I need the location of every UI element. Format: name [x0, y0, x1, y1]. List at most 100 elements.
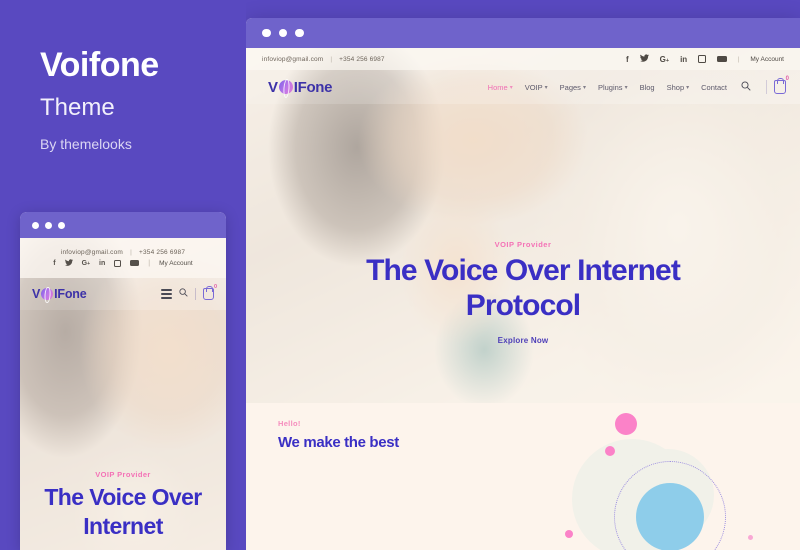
- site-logo[interactable]: V IFone: [268, 78, 333, 96]
- window-dot-maximize-icon[interactable]: [58, 221, 65, 229]
- nav-label-voip: VOIP: [524, 82, 543, 92]
- mobile-card-body: infoviop@gmail.com | +354 256 6987 f G+ …: [20, 238, 226, 550]
- promo-author: By themelooks: [40, 136, 132, 152]
- search-icon[interactable]: [179, 288, 188, 300]
- google-plus-icon[interactable]: G+: [660, 55, 669, 64]
- phone-link[interactable]: +354 256 6987: [339, 56, 385, 63]
- hero-kicker: VOIP Provider: [494, 240, 552, 249]
- mobile-topbar: infoviop@gmail.com | +354 256 6987 f G+ …: [20, 238, 226, 278]
- nav-item-contact[interactable]: Contact: [701, 83, 727, 92]
- globe-icon: [276, 78, 295, 96]
- youtube-icon[interactable]: [716, 55, 727, 63]
- twitter-icon[interactable]: [639, 54, 649, 64]
- about-text-block: Hello! We make the best: [278, 419, 399, 451]
- youtube-icon[interactable]: [130, 260, 140, 266]
- nav-item-plugins[interactable]: Plugins ▾: [598, 83, 628, 92]
- chevron-down-icon: ▾: [582, 84, 586, 91]
- contact-info: infoviop@gmail.com | +354 256 6987: [262, 56, 385, 63]
- nav-label-pages: Pages: [559, 82, 581, 92]
- mobile-cart-button[interactable]: 0: [195, 284, 217, 300]
- globe-icon: [39, 286, 55, 302]
- mobile-cart-count: 0: [213, 284, 217, 290]
- main-menu: Home ▾ VOIP ▾ Pages ▾ Plugins ▾ Blog Sho…: [488, 76, 789, 94]
- linkedin-icon[interactable]: in: [680, 55, 687, 64]
- promo-panel: Voifone Theme By themelooks infoviop@gma…: [0, 0, 246, 550]
- window-dot-minimize-icon[interactable]: [45, 221, 52, 229]
- mobile-topbar-separator: |: [130, 248, 132, 256]
- window-close-icon[interactable]: [262, 28, 271, 38]
- linkedin-icon[interactable]: in: [99, 260, 105, 267]
- mobile-social-links: f G+ in | My Account: [53, 258, 193, 268]
- mobile-phone[interactable]: +354 256 6987: [139, 249, 185, 256]
- shopping-bag-icon: [774, 77, 786, 94]
- explore-now-link[interactable]: Explore Now: [246, 336, 800, 345]
- nav-label-blog: Blog: [639, 82, 655, 92]
- google-plus-icon[interactable]: G+: [82, 260, 90, 267]
- blue-circle-icon: [636, 483, 704, 550]
- social-links: f G+ in | My Account: [626, 54, 784, 64]
- browser-titlebar: [246, 18, 800, 48]
- pink-circle-large-icon: [615, 413, 637, 435]
- site-topbar: infoviop@gmail.com | +354 256 6987 f G+ …: [246, 48, 800, 70]
- browser-viewport: infoviop@gmail.com | +354 256 6987 f G+ …: [246, 48, 800, 550]
- mobile-hero-content: VOIP Provider The Voice Over Internet: [20, 470, 226, 540]
- logo-suffix: IFone: [293, 78, 333, 96]
- window-minimize-icon[interactable]: [278, 28, 287, 38]
- mobile-site-logo[interactable]: V IFone: [32, 286, 87, 302]
- pink-dot-icon: [748, 535, 753, 540]
- nav-item-voip[interactable]: VOIP ▾: [525, 83, 548, 92]
- mobile-email[interactable]: infoviop@gmail.com: [61, 249, 123, 256]
- chevron-down-icon: ▾: [624, 84, 628, 91]
- mobile-contact-info: infoviop@gmail.com | +354 256 6987: [61, 249, 185, 256]
- mobile-nav-icons: 0: [161, 284, 217, 300]
- nav-item-shop[interactable]: Shop ▾: [667, 83, 690, 92]
- mobile-social-divider: |: [148, 259, 151, 267]
- shopping-bag-icon: [203, 285, 214, 300]
- cart-count: 0: [785, 76, 789, 83]
- chevron-down-icon: ▾: [509, 84, 513, 91]
- chevron-down-icon: ▾: [686, 84, 690, 91]
- email-link[interactable]: infoviop@gmail.com: [262, 56, 323, 63]
- nav-item-pages[interactable]: Pages ▾: [560, 83, 586, 92]
- nav-label-home: Home: [487, 82, 508, 92]
- cart-button[interactable]: 0: [766, 76, 789, 94]
- logo-prefix: V: [268, 78, 278, 96]
- twitter-icon[interactable]: [64, 258, 73, 268]
- window-dot-close-icon[interactable]: [32, 221, 39, 229]
- mobile-my-account-link[interactable]: My Account: [159, 260, 193, 267]
- hero-heading: The Voice Over Internet Protocol: [366, 254, 681, 322]
- mobile-hero-heading: The Voice Over Internet: [44, 484, 202, 539]
- facebook-icon[interactable]: f: [53, 260, 55, 267]
- window-maximize-icon[interactable]: [295, 28, 304, 38]
- topbar-separator: |: [330, 55, 333, 63]
- pink-circle-small-icon: [605, 446, 615, 456]
- about-heading: We make the best: [278, 434, 399, 451]
- nav-label-plugins: Plugins: [597, 82, 623, 92]
- page-title: Voifone: [40, 46, 159, 84]
- search-icon[interactable]: [741, 81, 751, 93]
- site-navbar: V IFone Home ▾ VOIP ▾ Pages ▾ Plugins ▾ …: [246, 70, 800, 104]
- nav-label-contact: Contact: [701, 82, 727, 92]
- hero-content: VOIP Provider The Voice Over Internet Pr…: [246, 240, 800, 345]
- browser-window: infoviop@gmail.com | +354 256 6987 f G+ …: [246, 18, 800, 550]
- hamburger-menu-icon[interactable]: [161, 289, 172, 299]
- mobile-logo-prefix: V: [32, 287, 41, 301]
- pink-circle-tiny-icon: [565, 530, 573, 538]
- chevron-down-icon: ▾: [544, 84, 548, 91]
- mobile-card-titlebar: [20, 212, 226, 238]
- mobile-preview-card: infoviop@gmail.com | +354 256 6987 f G+ …: [20, 212, 226, 550]
- about-kicker: Hello!: [278, 419, 301, 428]
- mobile-logo-suffix: IFone: [54, 287, 87, 301]
- instagram-icon[interactable]: [114, 259, 122, 267]
- nav-label-shop: Shop: [666, 82, 685, 92]
- social-divider: |: [737, 55, 740, 63]
- mobile-hero-kicker: VOIP Provider: [95, 470, 151, 479]
- nav-item-blog[interactable]: Blog: [640, 83, 655, 92]
- hero-section: infoviop@gmail.com | +354 256 6987 f G+ …: [246, 48, 800, 403]
- facebook-icon[interactable]: f: [626, 55, 629, 64]
- about-section: Hello! We make the best: [246, 403, 800, 550]
- my-account-link[interactable]: My Account: [750, 56, 784, 63]
- instagram-icon[interactable]: [698, 55, 706, 63]
- nav-item-home[interactable]: Home ▾: [488, 83, 513, 92]
- decorative-graphic: [560, 403, 780, 550]
